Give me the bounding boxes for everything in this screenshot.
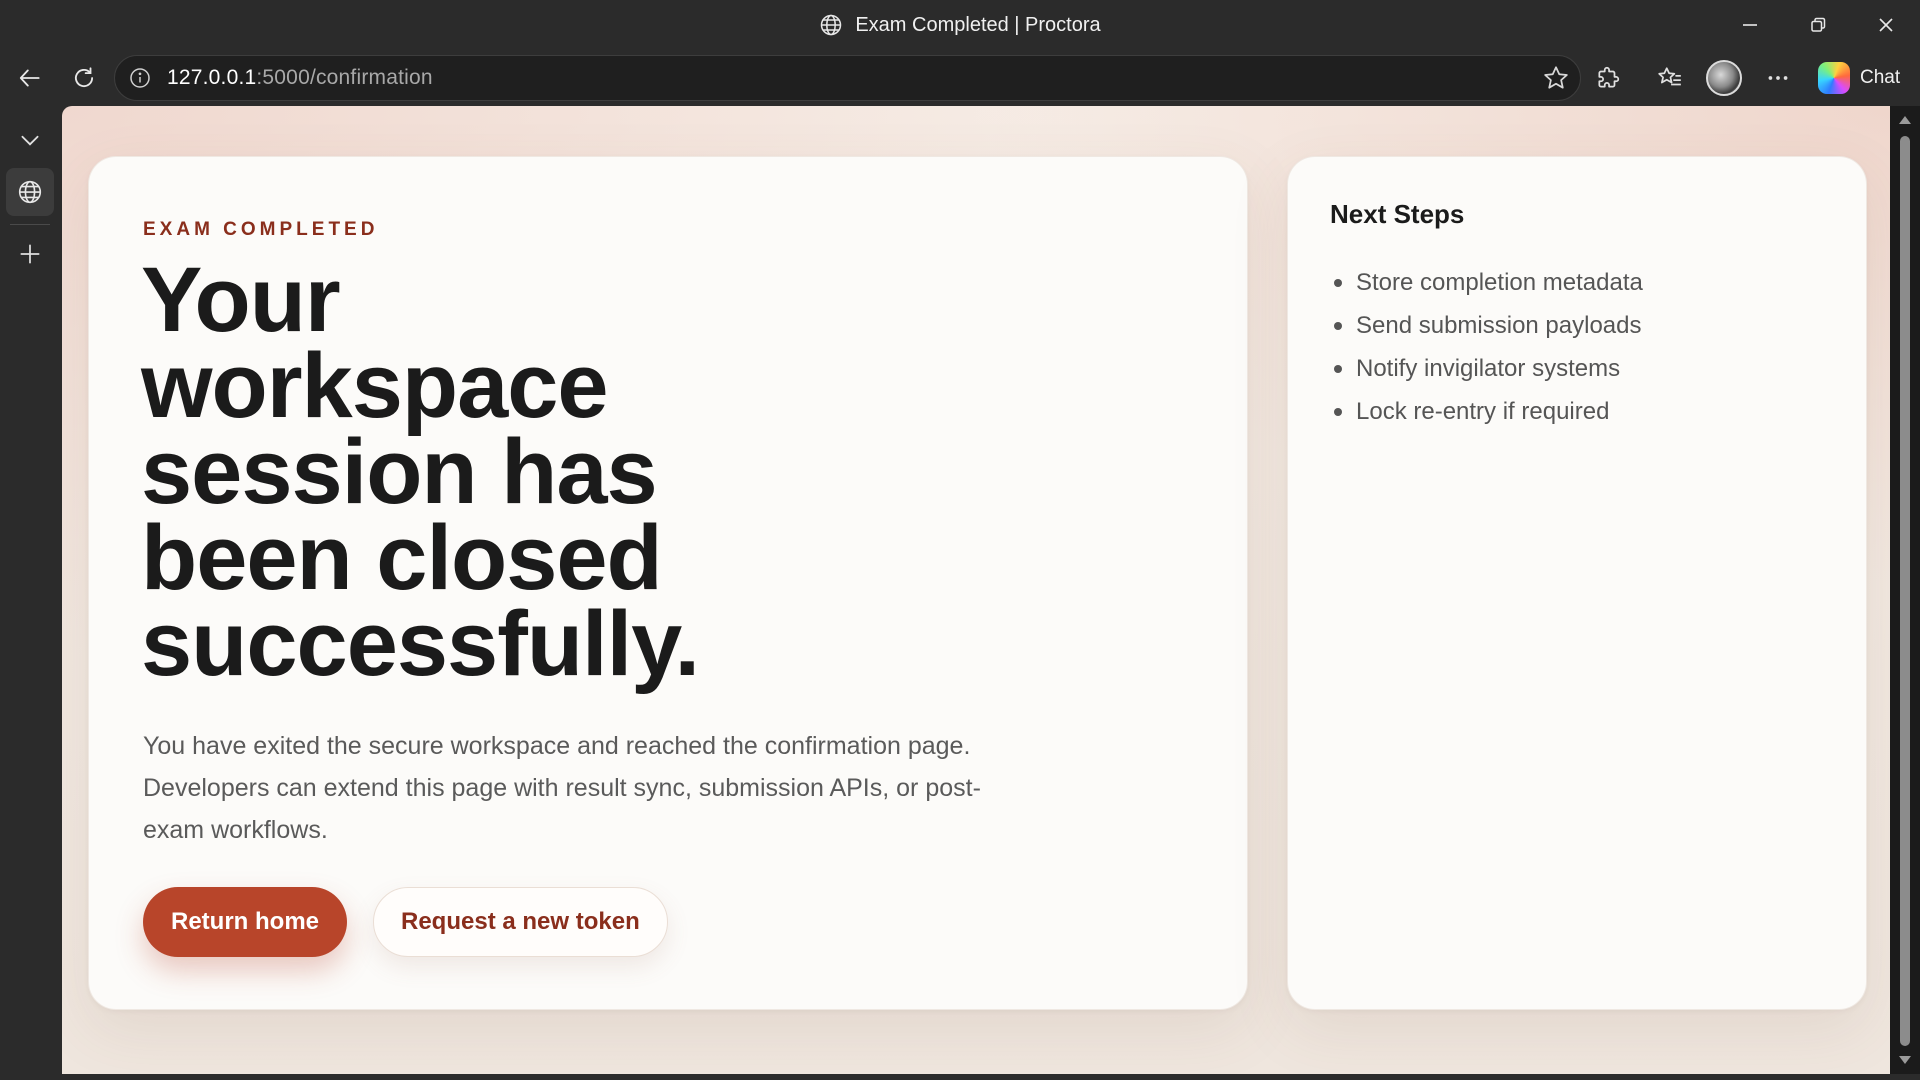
info-icon[interactable] — [129, 67, 151, 89]
url-path: :5000/confirmation — [256, 66, 433, 89]
eyebrow-label: EXAM COMPLETED — [143, 219, 379, 240]
vertical-tabs-sidebar — [0, 106, 62, 1080]
scrollbar-thumb[interactable] — [1900, 136, 1910, 1046]
favorites-list-icon — [1658, 67, 1681, 86]
chevron-down-icon — [21, 135, 39, 146]
close-icon — [1879, 18, 1893, 32]
favorite-star-icon[interactable] — [1542, 64, 1570, 92]
next-steps-title: Next Steps — [1330, 199, 1465, 229]
minimize-button[interactable] — [1716, 0, 1784, 50]
window-title: Exam Completed | Proctora — [855, 13, 1101, 36]
copilot-icon — [1818, 62, 1850, 94]
extensions-button[interactable] — [1588, 58, 1628, 98]
list-item: Store completion metadata — [1330, 261, 1643, 304]
browser-toolbar: 127.0.0.1:5000/confirmation Chat — [0, 50, 1920, 106]
window-bottom-edge — [0, 1074, 1920, 1080]
list-item: Lock re-entry if required — [1330, 390, 1643, 433]
url-host: 127.0.0.1 — [167, 66, 257, 89]
url-text[interactable]: 127.0.0.1:5000/confirmation — [167, 66, 433, 90]
page-viewport: EXAM COMPLETED Your workspace session ha… — [62, 106, 1890, 1074]
restore-button[interactable] — [1784, 0, 1852, 50]
scroll-up-arrow-icon[interactable] — [1899, 116, 1911, 124]
restore-icon — [1811, 17, 1826, 32]
chat-label: Chat — [1860, 67, 1901, 88]
active-tab[interactable] — [6, 168, 54, 216]
window-title-area: Exam Completed | Proctora — [0, 0, 1920, 50]
more-dots-icon — [1768, 76, 1788, 80]
scroll-down-arrow-icon[interactable] — [1899, 1056, 1911, 1064]
return-home-button[interactable]: Return home — [143, 887, 348, 957]
vertical-scrollbar[interactable] — [1890, 106, 1920, 1074]
next-steps-card: Next Steps Store completion metadata Sen… — [1287, 156, 1867, 1010]
title-bar: Exam Completed | Proctora — [0, 0, 1920, 50]
profile-avatar[interactable] — [1706, 60, 1742, 96]
globe-icon — [821, 14, 842, 36]
refresh-button[interactable] — [64, 58, 104, 98]
confirmation-card: EXAM COMPLETED Your workspace session ha… — [88, 156, 1248, 1010]
back-button[interactable] — [10, 58, 50, 98]
puzzle-icon — [1598, 66, 1620, 88]
back-arrow-icon — [19, 69, 40, 87]
address-bar[interactable]: 127.0.0.1:5000/confirmation — [114, 55, 1581, 101]
new-tab-button[interactable] — [6, 230, 54, 278]
sidebar-divider — [10, 224, 50, 225]
favorites-button[interactable] — [1650, 58, 1690, 98]
close-button[interactable] — [1852, 0, 1920, 50]
copilot-chat-button[interactable]: Chat — [1804, 56, 1912, 100]
list-item: Send submission payloads — [1330, 304, 1643, 347]
request-token-button[interactable]: Request a new token — [373, 887, 668, 957]
more-options-button[interactable] — [1758, 58, 1798, 98]
refresh-icon — [74, 67, 94, 87]
list-item: Notify invigilator systems — [1330, 347, 1643, 390]
plus-icon — [20, 244, 40, 264]
lead-paragraph: You have exited the secure workspace and… — [143, 732, 981, 844]
globe-icon — [18, 180, 42, 204]
page-headline: Your workspace session has been closed s… — [141, 249, 700, 695]
minimize-icon — [1743, 24, 1757, 26]
next-steps-list: Store completion metadata Send submissio… — [1330, 261, 1643, 433]
collapse-tabs-button[interactable] — [6, 116, 54, 164]
window-controls — [1716, 0, 1920, 50]
